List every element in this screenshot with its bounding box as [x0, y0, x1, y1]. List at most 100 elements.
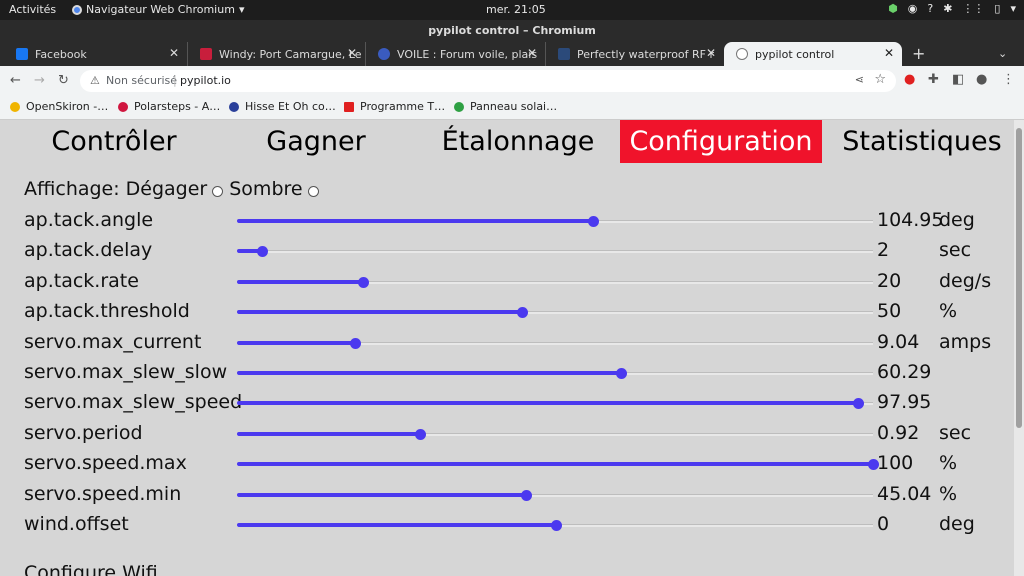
display-clear-radio[interactable] — [212, 185, 224, 197]
extension-red-icon[interactable]: ● — [904, 72, 915, 87]
network-icon[interactable]: ⋮⋮ — [962, 2, 984, 15]
slider-thumb[interactable] — [521, 489, 533, 501]
bookmark-programme[interactable]: Programme T… — [344, 100, 445, 113]
slider-thumb[interactable] — [257, 246, 269, 258]
setting-value: 100 — [877, 452, 914, 475]
setting-unit: deg/s — [939, 269, 992, 292]
page-scrollbar[interactable] — [1014, 120, 1024, 576]
configure-wifi-heading: Configure Wifi — [24, 562, 158, 576]
profile-avatar-icon[interactable]: ● — [976, 72, 987, 87]
tab-configuration[interactable]: Configuration — [620, 120, 822, 163]
setting-value: 50 — [877, 300, 902, 323]
bookmark-panneau-solaire[interactable]: Panneau solai… — [454, 100, 557, 113]
warning-triangle-icon[interactable]: ⚠ — [90, 74, 100, 87]
close-icon[interactable]: ✕ — [527, 46, 537, 60]
tab-voile[interactable]: VOILE : Forum voile, plais ✕ — [366, 42, 546, 66]
close-icon[interactable]: ✕ — [347, 46, 357, 60]
setting-unit: % — [939, 452, 958, 475]
setting-unit: sec — [939, 239, 972, 262]
bookmark-hisse-et-oh[interactable]: Hisse Et Oh co… — [229, 100, 336, 113]
slider-thumb[interactable] — [853, 398, 865, 410]
close-icon[interactable]: ✕ — [884, 46, 894, 60]
setting-name: servo.max_current — [24, 330, 202, 353]
setting-unit: deg — [939, 209, 975, 231]
setting-name: ap.tack.rate — [24, 269, 139, 292]
close-icon[interactable]: ✕ — [706, 46, 716, 60]
setting-value: 0 — [877, 513, 890, 535]
bookmark-openskiron[interactable]: OpenSkiron -… — [10, 100, 108, 113]
setting-row: wind.offset 0 deg — [0, 510, 1014, 540]
tab-label: VOILE : Forum voile, plais — [397, 47, 538, 61]
app-menu[interactable]: Navigateur Web Chromium ▾ — [72, 3, 244, 16]
share-icon[interactable]: ⋖ — [855, 73, 864, 86]
shield-icon[interactable]: ⬢ — [888, 2, 898, 15]
update-icon[interactable]: ◉ — [908, 2, 918, 15]
setting-row: servo.period 0.92 sec — [0, 419, 1014, 449]
page-content: Contrôler Gagner Étalonnage Configuratio… — [0, 120, 1014, 576]
window-title-bar: pypilot control – Chromium — [0, 20, 1024, 42]
bookmark-star-icon[interactable]: ☆ — [874, 72, 886, 87]
bookmark-polarsteps[interactable]: Polarsteps - A… — [118, 100, 220, 113]
system-menu-chevron-icon[interactable]: ▾ — [1010, 2, 1016, 15]
clock[interactable]: mer. 21:05 — [486, 3, 546, 16]
not-secure-label[interactable]: Non sécurisé — [106, 74, 177, 87]
display-dark-radio[interactable] — [307, 185, 319, 197]
setting-unit: deg — [939, 513, 975, 535]
address-bar[interactable]: ⚠ Non sécurisé | pypilot.io ⋖ ☆ — [80, 70, 896, 92]
setting-value: 2 — [877, 239, 890, 262]
slider-fill — [237, 371, 622, 375]
bookmark-label: Hisse Et Oh co… — [245, 100, 336, 113]
bookmark-label: OpenSkiron -… — [26, 100, 109, 113]
setting-row: ap.tack.rate 20 deg/s — [0, 267, 1014, 297]
setting-name: ap.tack.threshold — [24, 300, 190, 323]
back-arrow-icon[interactable]: ← — [10, 73, 21, 88]
setting-unit: % — [939, 300, 958, 323]
scrollbar-thumb[interactable] — [1016, 128, 1022, 428]
bookmark-icon — [118, 101, 128, 112]
tab-pypilot-control[interactable]: pypilot control ✕ — [724, 42, 902, 66]
setting-name: servo.period — [24, 421, 143, 444]
tab-waterproof-rf[interactable]: Perfectly waterproof RF r ✕ — [546, 42, 724, 66]
tab-etalonnage[interactable]: Étalonnage — [424, 120, 612, 163]
windy-icon — [200, 48, 212, 60]
tab-windy[interactable]: Windy: Port Camargue, Le ✕ — [188, 42, 366, 66]
new-tab-plus-icon[interactable]: + — [912, 44, 925, 63]
slider-thumb[interactable] — [616, 368, 628, 379]
battery-icon[interactable]: ▯ — [994, 2, 1000, 15]
slider-thumb[interactable] — [415, 428, 427, 440]
close-icon[interactable]: ✕ — [169, 46, 179, 60]
slider-thumb[interactable] — [551, 520, 563, 531]
slider-fill — [237, 310, 522, 315]
globe-icon — [736, 48, 748, 60]
tab-search-chevron-icon[interactable]: ⌄ — [998, 47, 1007, 60]
slider-fill — [237, 401, 859, 406]
setting-row: servo.speed.max 100% — [0, 449, 1014, 479]
slider-fill — [237, 340, 355, 345]
slider-thumb[interactable] — [588, 216, 600, 227]
tab-controler[interactable]: Contrôler — [20, 120, 208, 163]
tab-gagner[interactable]: Gagner — [222, 120, 410, 163]
setting-row: ap.tack.angle 104.95 deg — [0, 206, 1014, 236]
more-menu-icon[interactable]: ⋮ — [1002, 72, 1015, 87]
slider-thumb[interactable] — [357, 276, 369, 288]
slider-track[interactable] — [237, 250, 873, 254]
reload-icon[interactable]: ↻ — [58, 73, 69, 88]
slider-thumb[interactable] — [349, 337, 361, 349]
activities-button[interactable]: Activités — [9, 3, 56, 16]
facebook-icon — [16, 48, 28, 60]
url-text[interactable]: pypilot.io — [180, 74, 231, 87]
tab-facebook[interactable]: Facebook ✕ — [4, 42, 188, 66]
forward-arrow-icon[interactable]: → — [34, 73, 45, 88]
extensions-puzzle-icon[interactable]: ✚ — [928, 72, 939, 87]
tab-statistiques[interactable]: Statistiques — [830, 120, 1014, 163]
recycle-icon — [454, 101, 464, 112]
system-tray[interactable]: ⬢ ◉ ? ✱ ⋮⋮ ▯ ▾ — [888, 2, 1016, 15]
setting-name: wind.offset — [24, 513, 129, 535]
bluetooth-icon[interactable]: ✱ — [943, 2, 952, 15]
slider-fill — [237, 523, 557, 527]
slider-fill — [237, 431, 421, 436]
side-panel-icon[interactable]: ◧ — [952, 72, 964, 87]
slider-fill — [237, 492, 527, 497]
help-icon[interactable]: ? — [927, 2, 933, 15]
slider-thumb[interactable] — [516, 307, 528, 319]
